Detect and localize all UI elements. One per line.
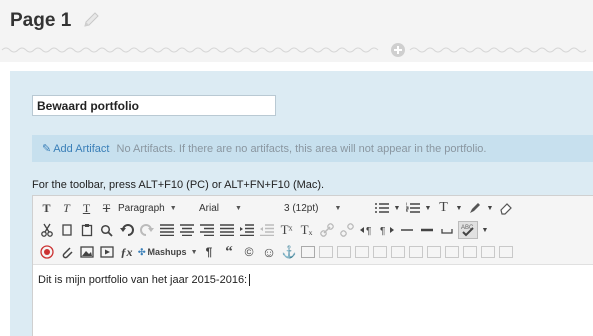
- section-divider: [1, 43, 587, 57]
- pilcrow-icon[interactable]: ¶: [201, 243, 218, 261]
- font-select-value: Arial: [199, 202, 220, 214]
- page-title: Page 1: [10, 10, 72, 31]
- text-caret: [249, 274, 251, 287]
- superscript-button[interactable]: Tˣ: [278, 221, 295, 239]
- underline-button[interactable]: T: [78, 199, 95, 217]
- chevron-down-icon[interactable]: ▼: [393, 199, 401, 217]
- eraser-icon[interactable]: [497, 199, 514, 217]
- chevron-down-icon[interactable]: ▼: [455, 199, 463, 217]
- record-icon[interactable]: [38, 243, 55, 261]
- bold-button[interactable]: T: [38, 199, 55, 217]
- strikethrough-button[interactable]: T: [98, 199, 115, 217]
- rtl-pilcrow-icon[interactable]: ¶: [378, 221, 395, 239]
- chevron-down-icon[interactable]: ▼: [424, 199, 432, 217]
- table-insert-row-after-icon[interactable]: [372, 246, 387, 258]
- no-artifacts-message: No Artifacts. If there are no artifacts,…: [116, 143, 487, 155]
- chevron-down-icon: ▼: [169, 204, 177, 212]
- indent-icon[interactable]: [238, 221, 255, 239]
- svg-text:¶: ¶: [380, 226, 385, 236]
- size-select[interactable]: 3 (12pt) ▼: [284, 199, 370, 217]
- bullet-list-icon[interactable]: [373, 199, 390, 217]
- italic-button[interactable]: T: [58, 199, 75, 217]
- unlink-icon[interactable]: [338, 221, 355, 239]
- paste-icon[interactable]: [78, 221, 95, 239]
- svg-text:¶: ¶: [366, 226, 371, 236]
- nonbreaking-space-icon[interactable]: [438, 221, 455, 239]
- chevron-down-icon: ▼: [334, 204, 342, 212]
- copyright-icon[interactable]: ©: [241, 243, 258, 261]
- redo-icon[interactable]: [138, 221, 155, 239]
- outdent-icon[interactable]: [258, 221, 275, 239]
- mashups-button[interactable]: ✣ Mashups ▼: [138, 243, 198, 261]
- mashups-label: Mashups: [147, 247, 187, 257]
- add-artifact-label: Add Artifact: [53, 143, 110, 155]
- highlight-pen-icon[interactable]: [466, 199, 483, 217]
- insert-media-icon[interactable]: [98, 243, 115, 261]
- table-cell-props-icon[interactable]: [336, 246, 351, 258]
- table-delete-col-icon[interactable]: [444, 246, 459, 258]
- table-split-cells-icon[interactable]: [462, 246, 477, 258]
- numbered-list-icon[interactable]: [404, 199, 421, 217]
- toolbar-row-2: Tˣ Tₓ ¶ ¶ ABC ▼: [33, 219, 593, 241]
- editor-content-area[interactable]: Dit is mijn portfolio van het jaar 2015-…: [33, 264, 593, 336]
- add-artifact-link[interactable]: ✎ Add Artifact: [42, 143, 113, 155]
- align-justify-icon[interactable]: [218, 221, 235, 239]
- search-icon[interactable]: [98, 221, 115, 239]
- blockquote-icon[interactable]: “: [221, 243, 238, 261]
- table-merge-cells-icon[interactable]: [480, 246, 495, 258]
- editor-content-text: Dit is mijn portfolio van het jaar 2015-…: [38, 274, 251, 287]
- horizontal-rule-icon[interactable]: [418, 221, 435, 239]
- math-function-icon[interactable]: ƒx: [118, 243, 135, 261]
- artifact-bar: ✎ Add Artifact No Artifacts. If there are…: [32, 135, 593, 162]
- format-select-value: Paragraph: [118, 202, 165, 214]
- table-insert-col-after-icon[interactable]: [426, 246, 441, 258]
- toolbar-hint: For the toolbar, press ALT+F10 (PC) or A…: [32, 179, 325, 191]
- font-select[interactable]: Arial ▼: [199, 199, 281, 217]
- pencil-edit-icon[interactable]: [80, 9, 102, 31]
- subscript-button[interactable]: Tₓ: [298, 221, 315, 239]
- mashups-icon: ✣: [138, 246, 146, 257]
- editor-text: Dit is mijn portfolio van het jaar 2015-…: [38, 274, 248, 286]
- chevron-down-icon[interactable]: ▼: [486, 199, 494, 217]
- table-extra-icon[interactable]: [498, 246, 513, 258]
- portfolio-title-input[interactable]: Bewaard portfolio: [32, 95, 276, 116]
- align-center-icon[interactable]: [178, 221, 195, 239]
- ltr-pilcrow-icon[interactable]: ¶: [358, 221, 375, 239]
- undo-icon[interactable]: [118, 221, 135, 239]
- smiley-icon[interactable]: ☺: [261, 243, 278, 261]
- table-row-props-icon[interactable]: [318, 246, 333, 258]
- table-insert-col-before-icon[interactable]: [408, 246, 423, 258]
- attach-file-icon[interactable]: [58, 243, 75, 261]
- toolbar-row-1: T T T T Paragraph ▼ Arial ▼ 3 (12pt) ▼ ▼ ▼ …: [33, 197, 593, 219]
- insert-table-icon[interactable]: [300, 246, 315, 258]
- align-right-icon[interactable]: [198, 221, 215, 239]
- chevron-down-icon: ▼: [235, 204, 242, 212]
- page-header: Page 1: [0, 0, 593, 62]
- table-insert-row-before-icon[interactable]: [354, 246, 369, 258]
- format-select[interactable]: Paragraph ▼: [118, 199, 196, 217]
- text-color-button[interactable]: T: [435, 199, 452, 217]
- toolbar-row-3: ƒx ✣ Mashups ▼ ¶ “ © ☺ ⚓: [33, 241, 593, 263]
- portfolio-panel: Bewaard portfolio ✎ Add Artifact No Artif…: [10, 71, 593, 336]
- copy-icon[interactable]: [58, 221, 75, 239]
- chevron-down-icon: ▼: [190, 248, 198, 256]
- insert-image-icon[interactable]: [78, 243, 95, 261]
- table-delete-row-icon[interactable]: [390, 246, 405, 258]
- text-editor: T T T T Paragraph ▼ Arial ▼ 3 (12pt) ▼ ▼ ▼ …: [32, 195, 593, 336]
- cut-icon[interactable]: [38, 221, 55, 239]
- paperclip-icon: ✎: [42, 143, 52, 155]
- link-icon[interactable]: [318, 221, 335, 239]
- spellcheck-icon[interactable]: ABC: [458, 221, 478, 239]
- anchor-icon[interactable]: ⚓: [281, 243, 298, 261]
- align-left-icon[interactable]: [158, 221, 175, 239]
- horizontal-line-icon[interactable]: [398, 221, 415, 239]
- chevron-down-icon[interactable]: ▼: [481, 221, 489, 239]
- size-select-value: 3 (12pt): [284, 202, 319, 214]
